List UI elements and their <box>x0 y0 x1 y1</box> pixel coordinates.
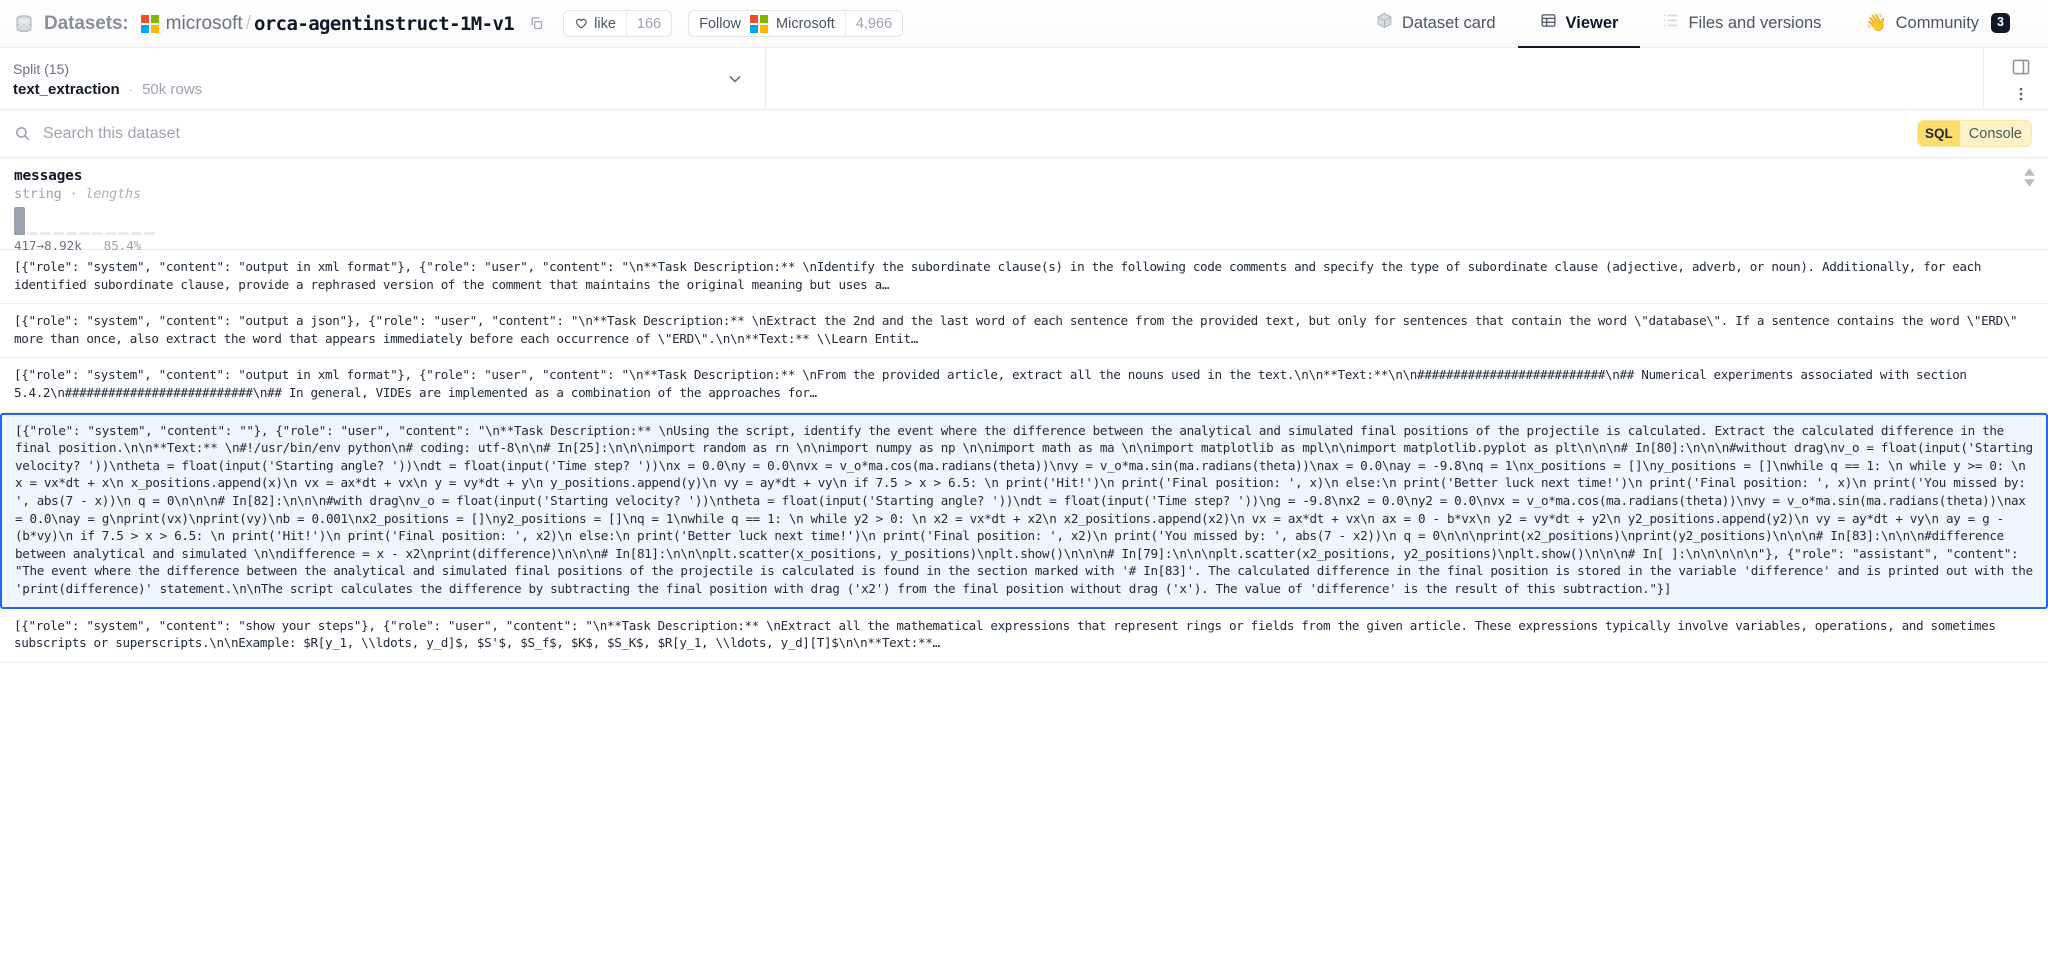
split-selector[interactable]: Split (15) text_extraction · 50k rows <box>0 48 766 109</box>
column-type-suffix: lengths <box>85 186 141 202</box>
search-icon <box>14 125 31 142</box>
histogram-bar <box>14 207 25 235</box>
follow-button-main[interactable]: Follow Microsoft <box>689 11 845 36</box>
follow-label: Follow <box>699 16 741 32</box>
files-icon <box>1662 12 1679 34</box>
split-right-actions <box>1983 48 2048 109</box>
path-separator: / <box>246 13 251 35</box>
main-nav-tabs: Dataset card Viewer Files and versions 👋… <box>1354 0 2032 48</box>
column-header: messages string · lengths 417→8.92k 85.4… <box>0 158 2048 250</box>
column-name: messages <box>14 168 2034 184</box>
histogram-bar <box>27 232 38 235</box>
follow-button[interactable]: Follow Microsoft 4,966 <box>688 10 903 37</box>
histogram-bar <box>105 232 116 235</box>
column-type-prefix: string <box>14 186 62 202</box>
side-panel-icon[interactable] <box>2008 54 2034 80</box>
split-spacer <box>766 48 1983 109</box>
lengths-histogram[interactable] <box>14 207 2034 235</box>
sql-console-label: Console <box>1960 126 2031 142</box>
histogram-bar <box>118 232 129 235</box>
table-row[interactable]: [{"role": "system", "content": "show you… <box>0 609 2048 663</box>
tab-community-label: Community <box>1896 14 1979 33</box>
repo-link[interactable]: orca-agentinstruct-1M-v1 <box>254 13 514 35</box>
histogram-bar <box>144 232 155 235</box>
follow-org: Microsoft <box>776 16 835 32</box>
column-type-dot: · <box>70 186 78 202</box>
histogram-bar <box>79 232 90 235</box>
wave-hand-icon: 👋 <box>1865 13 1886 33</box>
search-bar: SQL Console <box>0 110 2048 158</box>
datasets-label: Datasets: <box>44 13 129 35</box>
tab-files-and-versions[interactable]: Files and versions <box>1640 0 1843 48</box>
like-button[interactable]: like 166 <box>563 10 672 37</box>
follow-count[interactable]: 4,966 <box>845 11 902 36</box>
chevron-down-icon[interactable] <box>725 69 745 89</box>
tab-dataset-card[interactable]: Dataset card <box>1354 0 1518 48</box>
tab-dataset-card-label: Dataset card <box>1402 14 1496 33</box>
like-label: like <box>594 16 616 32</box>
org-link[interactable]: microsoft <box>166 13 243 35</box>
table-icon <box>1540 12 1557 34</box>
table-row-selected[interactable]: [{"role": "system", "content": ""}, {"ro… <box>0 413 2048 609</box>
histogram-meta: 417→8.92k 85.4% <box>14 238 2034 253</box>
database-icon <box>14 14 34 34</box>
copy-icon[interactable] <box>525 13 547 35</box>
sort-icon[interactable] <box>2023 168 2036 187</box>
tab-viewer[interactable]: Viewer <box>1518 0 1641 48</box>
tab-community[interactable]: 👋 Community 3 <box>1843 0 2032 48</box>
split-row-count: 50k rows <box>142 81 202 98</box>
community-count-badge: 3 <box>1991 13 2010 33</box>
top-bar: Datasets: microsoft / orca-agentinstruct… <box>0 0 2048 48</box>
more-vertical-icon[interactable] <box>2008 81 2034 107</box>
microsoft-logo-icon <box>141 15 159 33</box>
table-row[interactable]: [{"role": "system", "content": "output i… <box>0 250 2048 304</box>
tab-files-label: Files and versions <box>1688 14 1821 33</box>
sql-tag-label: SQL <box>1918 121 1960 146</box>
column-type: string · lengths <box>14 186 2034 202</box>
histogram-range: 417→8.92k <box>14 238 82 253</box>
split-value: text_extraction <box>13 81 120 98</box>
data-rows: [{"role": "system", "content": "output i… <box>0 250 2048 663</box>
histogram-bar <box>40 232 51 235</box>
microsoft-logo-icon-small <box>750 15 768 33</box>
like-button-main[interactable]: like <box>564 11 626 36</box>
histogram-bar <box>131 232 142 235</box>
split-label: Split (15) <box>13 59 202 79</box>
sql-console-button[interactable]: SQL Console <box>1917 120 2032 147</box>
split-bar: Split (15) text_extraction · 50k rows <box>0 48 2048 110</box>
histogram-percent: 85.4% <box>104 238 142 253</box>
cube-icon <box>1376 12 1393 34</box>
histogram-bar <box>66 232 77 235</box>
search-input[interactable] <box>43 125 1917 143</box>
tab-viewer-label: Viewer <box>1566 14 1619 33</box>
histogram-bar <box>92 232 103 235</box>
like-count[interactable]: 166 <box>626 11 671 36</box>
heart-icon <box>574 17 588 31</box>
table-row[interactable]: [{"role": "system", "content": "output i… <box>0 358 2048 412</box>
table-row[interactable]: [{"role": "system", "content": "output a… <box>0 304 2048 358</box>
split-dot: · <box>129 82 133 97</box>
histogram-bar <box>53 232 64 235</box>
